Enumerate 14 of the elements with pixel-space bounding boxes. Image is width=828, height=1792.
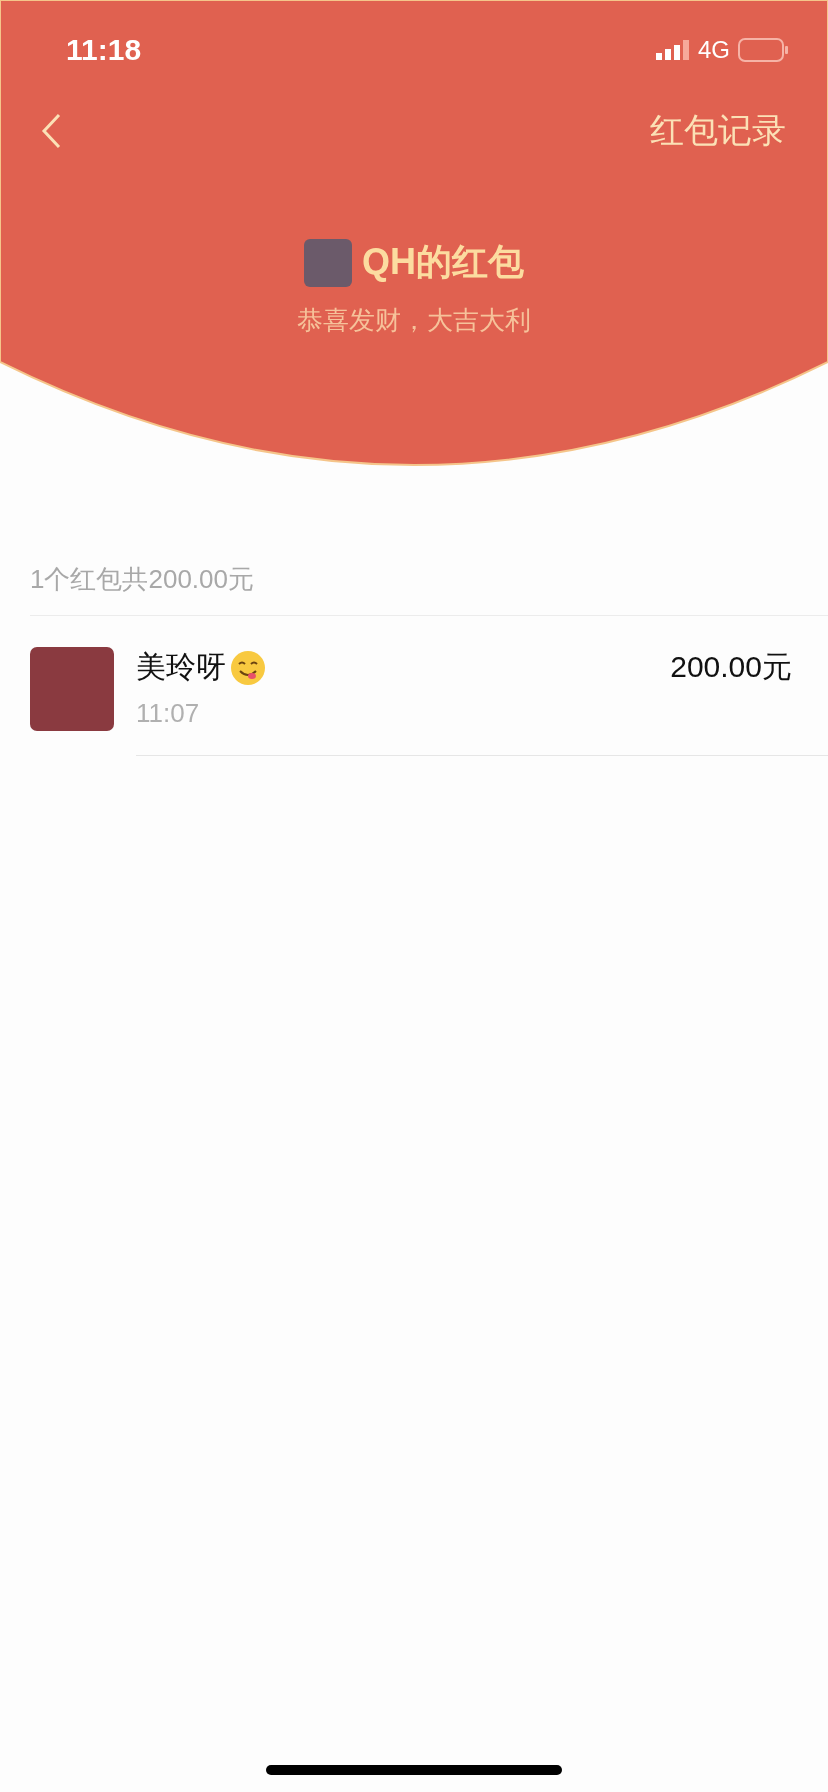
receive-time: 11:07: [136, 698, 201, 729]
smiling-face-icon: [230, 649, 266, 686]
receiver-name: 美玲呀: [136, 649, 226, 685]
status-time: 11:18: [66, 33, 142, 67]
network-label: 4G: [698, 36, 730, 64]
battery-icon: [738, 38, 788, 62]
sender-avatar: [304, 238, 352, 287]
packet-summary: 1个红包共200.00元: [30, 562, 828, 616]
packet-wish: 恭喜发财，大吉大利: [296, 304, 532, 337]
packet-title: QH的红包: [362, 240, 524, 284]
back-icon[interactable]: [40, 113, 62, 149]
received-amount: 200.00元: [670, 649, 792, 685]
packet-records-link[interactable]: 红包记录: [650, 108, 786, 154]
signal-icon: [656, 40, 690, 60]
